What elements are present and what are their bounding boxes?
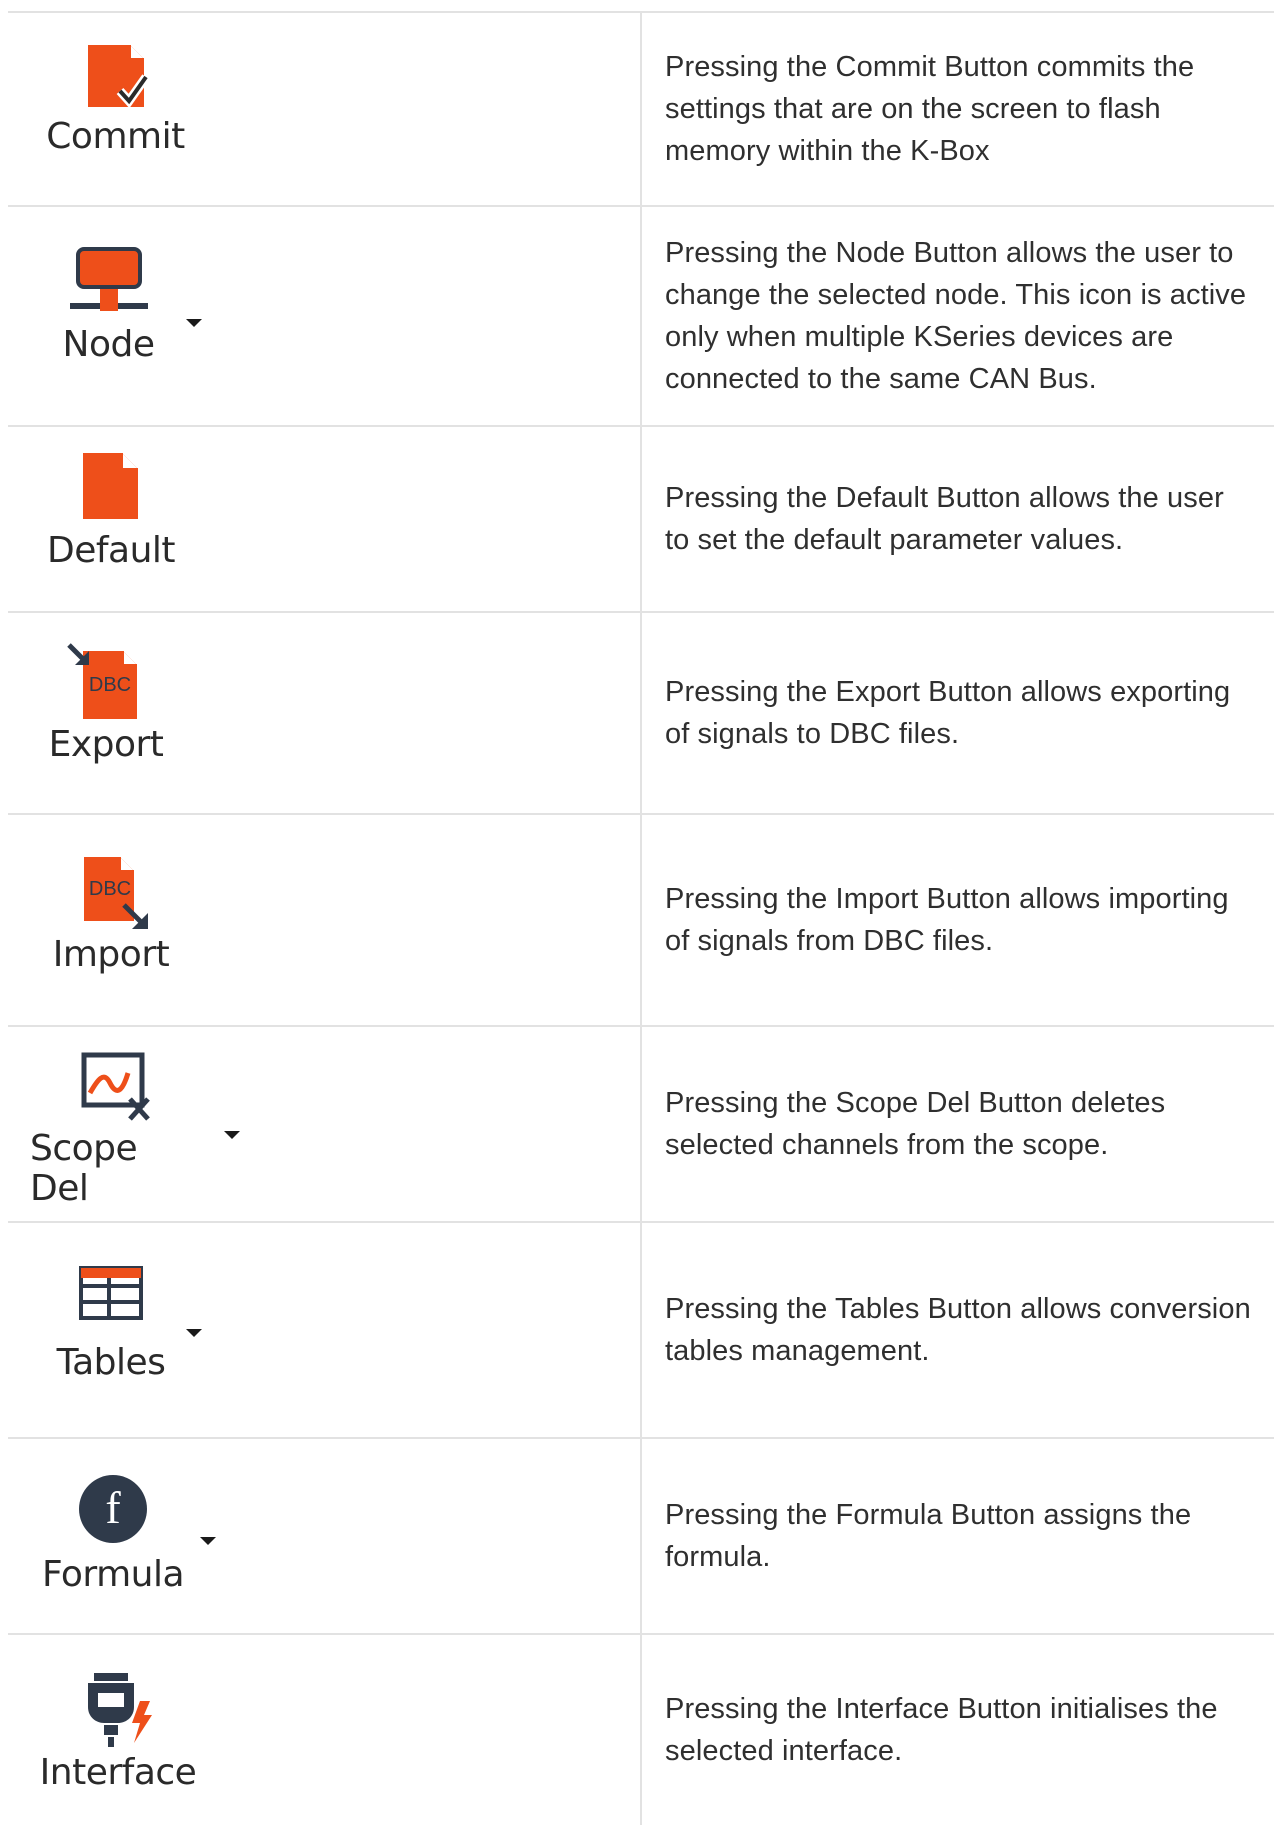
column-divider bbox=[640, 613, 642, 813]
column-divider bbox=[640, 427, 642, 611]
table-row: Scope Del Pressing the Scope Del Button … bbox=[8, 1025, 1274, 1221]
table-row: DBC Export Pressing the Export Button al… bbox=[8, 611, 1274, 813]
chevron-down-icon[interactable] bbox=[224, 1131, 240, 1139]
toolbar-buttons-table: Commit Pressing the Commit Button commit… bbox=[8, 11, 1274, 1825]
commit-description: Pressing the Commit Button commits the s… bbox=[665, 51, 1195, 167]
node-icon bbox=[69, 247, 148, 311]
scope-del-button[interactable]: Scope Del bbox=[30, 1049, 205, 1209]
node-label: Node bbox=[62, 324, 155, 365]
table-icon bbox=[79, 1266, 143, 1320]
button-cell: Commit bbox=[8, 13, 640, 205]
dbc-icon-text: DBC bbox=[89, 674, 131, 696]
tables-label: Tables bbox=[56, 1342, 166, 1383]
column-divider bbox=[640, 1439, 642, 1633]
column-divider bbox=[640, 1635, 642, 1825]
default-description: Pressing the Default Button allows the u… bbox=[665, 482, 1224, 556]
interface-label: Interface bbox=[39, 1752, 197, 1793]
column-divider bbox=[640, 1027, 642, 1221]
formula-icon: f bbox=[79, 1475, 147, 1543]
button-cell: Scope Del bbox=[8, 1027, 640, 1221]
column-divider bbox=[640, 1223, 642, 1437]
table-row: DBC Import Pressing the Import Button al… bbox=[8, 813, 1274, 1025]
button-cell: Interface bbox=[8, 1635, 640, 1825]
default-button[interactable]: Default bbox=[36, 451, 186, 571]
import-description: Pressing the Import Button allows import… bbox=[665, 883, 1229, 957]
tables-description: Pressing the Tables Button allows conver… bbox=[665, 1293, 1251, 1367]
import-label: Import bbox=[52, 934, 170, 975]
table-row: Tables Pressing the Tables Button allows… bbox=[8, 1221, 1274, 1437]
formula-label: Formula bbox=[41, 1554, 185, 1595]
table-row: f Formula Pressing the Formula Button as… bbox=[8, 1437, 1274, 1633]
column-divider bbox=[640, 207, 642, 425]
chevron-down-icon[interactable] bbox=[186, 319, 202, 327]
import-button[interactable]: DBC Import bbox=[36, 855, 186, 975]
interface-description: Pressing the Interface Button initialise… bbox=[665, 1693, 1218, 1767]
button-cell: Tables bbox=[8, 1223, 640, 1437]
dbc-icon-text: DBC bbox=[89, 878, 131, 900]
commit-label: Commit bbox=[46, 116, 185, 157]
export-dbc-icon: DBC bbox=[67, 643, 137, 719]
button-cell: f Formula bbox=[8, 1439, 640, 1633]
interface-button[interactable]: Interface bbox=[38, 1671, 198, 1793]
table-row: Node Pressing the Node Button allows the… bbox=[8, 205, 1274, 425]
commit-button[interactable]: Commit bbox=[38, 41, 193, 157]
button-cell: DBC Export bbox=[8, 613, 640, 813]
default-label: Default bbox=[46, 530, 176, 571]
chevron-down-icon[interactable] bbox=[200, 1537, 216, 1545]
button-cell: Node bbox=[8, 207, 640, 425]
node-button[interactable]: Node bbox=[36, 245, 181, 365]
button-cell: DBC Import bbox=[8, 815, 640, 1025]
column-divider bbox=[640, 13, 642, 205]
table-row: Default Pressing the Default Button allo… bbox=[8, 425, 1274, 611]
export-label: Export bbox=[48, 724, 164, 765]
interface-icon bbox=[88, 1673, 152, 1747]
export-description: Pressing the Export Button allows export… bbox=[665, 676, 1231, 750]
formula-icon-text: f bbox=[105, 1482, 121, 1533]
export-button[interactable]: DBC Export bbox=[36, 643, 176, 765]
formula-button[interactable]: f Formula bbox=[38, 1473, 188, 1595]
button-cell: Default bbox=[8, 427, 640, 611]
formula-description: Pressing the Formula Button assigns the … bbox=[665, 1499, 1192, 1573]
table-row: Interface Pressing the Interface Button … bbox=[8, 1633, 1274, 1825]
chevron-down-icon[interactable] bbox=[186, 1329, 202, 1337]
commit-icon bbox=[87, 45, 150, 109]
import-dbc-icon: DBC bbox=[84, 857, 148, 929]
node-description: Pressing the Node Button allows the user… bbox=[665, 237, 1247, 395]
scope-del-label: Scope Del bbox=[30, 1128, 138, 1209]
scope-delete-icon bbox=[81, 1052, 150, 1121]
column-divider bbox=[640, 815, 642, 1025]
tables-button[interactable]: Tables bbox=[36, 1265, 186, 1383]
default-icon bbox=[83, 453, 138, 519]
scope-del-description: Pressing the Scope Del Button deletes se… bbox=[665, 1087, 1166, 1161]
table-row: Commit Pressing the Commit Button commit… bbox=[8, 11, 1274, 205]
